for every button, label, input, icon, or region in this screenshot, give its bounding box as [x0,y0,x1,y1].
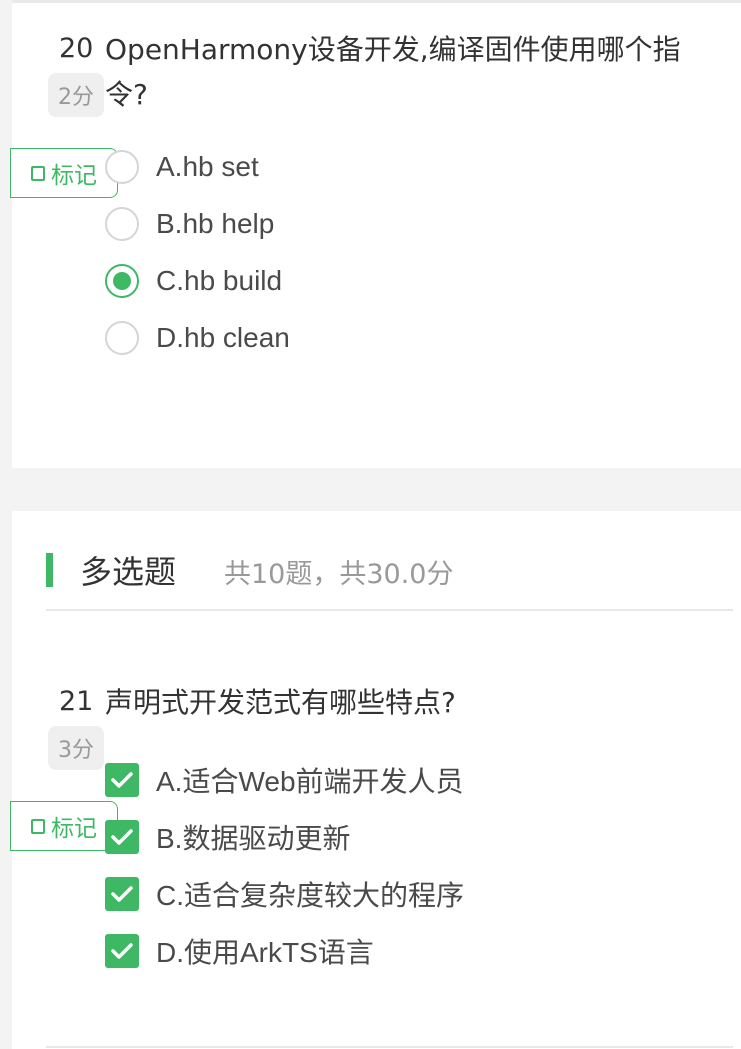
option-b[interactable]: B.数据驱动更新 [105,812,350,862]
option-label: B.数据驱动更新 [156,823,351,854]
section-title: 多选题 [80,553,177,591]
section-info: 共10题，共30.0分 [224,559,454,590]
question-card-20: 20 OpenHarmony设备开发,编译固件使用哪个指 令? 2分 标记 A.… [10,0,741,468]
mark-button[interactable]: 标记 [10,801,118,851]
option-a[interactable]: A.适合Web前端开发人员 [105,755,464,805]
checkbox-checked[interactable] [105,877,139,911]
score-badge: 2分 [48,73,104,117]
option-label: A.适合Web前端开发人员 [156,766,464,797]
option-label: C.适合复杂度较大的程序 [156,880,465,911]
option-c[interactable]: C.适合复杂度较大的程序 [105,869,464,919]
option-label: B.hb help [156,208,275,239]
check-icon [111,829,133,845]
question-text-line2: 令? [105,78,148,111]
checkbox-checked[interactable] [105,820,139,854]
option-label: D.使用ArkTS语言 [156,937,374,968]
question-text: OpenHarmony设备开发,编译固件使用哪个指 令? [105,27,681,117]
bookmark-icon [31,818,45,834]
checkbox-checked[interactable] [105,763,139,797]
radio-button[interactable] [105,207,139,241]
question-text: 声明式开发范式有哪些特点? [105,686,456,719]
question-number: 20 [59,33,94,64]
option-d[interactable]: D.hb clean [105,313,290,363]
bookmark-icon [31,165,45,181]
question-divider [46,1046,733,1048]
check-icon [111,772,133,788]
question-text-line1: OpenHarmony设备开发,编译固件使用哪个指 [105,33,681,66]
mark-button-label: 标记 [51,816,97,842]
question-number: 21 [59,686,94,717]
radio-button-selected[interactable] [105,264,139,298]
check-icon [111,943,133,959]
mark-button[interactable]: 标记 [10,148,118,198]
option-a[interactable]: A.hb set [105,142,259,192]
section-divider [46,609,733,611]
score-badge: 3分 [48,726,104,770]
option-b[interactable]: B.hb help [105,199,274,249]
option-label: D.hb clean [156,322,290,353]
radio-button[interactable] [105,321,139,355]
option-c[interactable]: C.hb build [105,256,282,306]
checkbox-checked[interactable] [105,934,139,968]
multiple-choice-section: 多选题 共10题，共30.0分 21 声明式开发范式有哪些特点? 3分 标记 A… [10,511,741,1049]
mark-button-label: 标记 [51,163,97,189]
section-accent-bar [46,553,53,587]
option-label: C.hb build [156,265,283,296]
option-d[interactable]: D.使用ArkTS语言 [105,926,374,976]
check-icon [111,886,133,902]
radio-button[interactable] [105,150,139,184]
option-label: A.hb set [156,151,259,182]
